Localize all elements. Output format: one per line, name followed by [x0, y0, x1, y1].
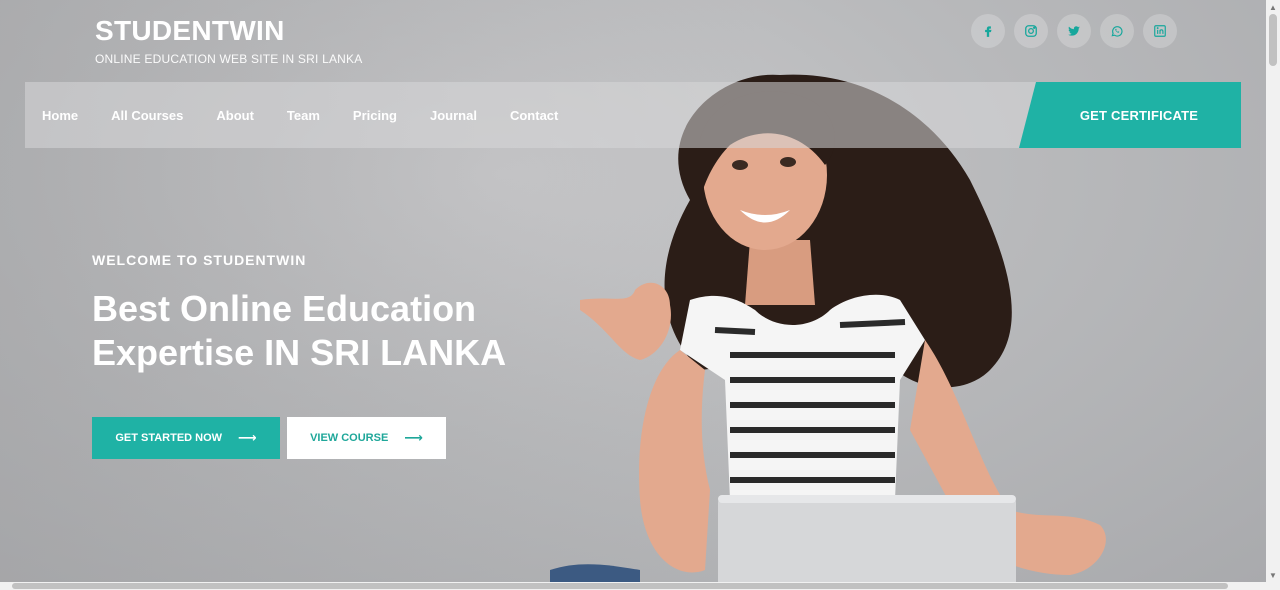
scroll-down-icon[interactable]: ▼	[1266, 568, 1280, 582]
whatsapp-icon[interactable]	[1100, 14, 1134, 48]
arrow-right-icon: ⟶	[238, 430, 257, 445]
vertical-scroll-thumb[interactable]	[1269, 14, 1277, 66]
hero-headline: Best Online Education Expertise IN SRI L…	[92, 288, 507, 373]
twitter-icon[interactable]	[1057, 14, 1091, 48]
get-certificate-button[interactable]: GET CERTIFICATE	[1019, 82, 1241, 148]
instagram-icon[interactable]	[1014, 14, 1048, 48]
brand[interactable]: STUDENTWIN ONLINE EDUCATION WEB SITE IN …	[95, 14, 362, 66]
social-links	[971, 14, 1177, 48]
arrow-right-icon: ⟶	[404, 430, 423, 445]
nav-item-team[interactable]: Team	[287, 108, 320, 123]
view-course-button[interactable]: VIEW COURSE ⟶	[287, 417, 446, 459]
linkedin-icon[interactable]	[1143, 14, 1177, 48]
scroll-up-icon[interactable]: ▲	[1266, 0, 1280, 14]
horizontal-scroll-thumb[interactable]	[12, 583, 1228, 589]
nav-item-home[interactable]: Home	[42, 108, 78, 123]
nav-menu: Home All Courses About Team Pricing Jour…	[42, 82, 558, 148]
vertical-scrollbar[interactable]: ▲ ▼	[1266, 0, 1280, 582]
get-started-button[interactable]: GET STARTED NOW ⟶	[92, 417, 280, 459]
hero-welcome-text: WELCOME TO STUDENTWIN	[92, 252, 307, 268]
nav-item-all-courses[interactable]: All Courses	[111, 108, 183, 123]
view-course-label: VIEW COURSE	[310, 432, 389, 444]
nav-item-journal[interactable]: Journal	[430, 108, 477, 123]
brand-title[interactable]: STUDENTWIN	[95, 14, 362, 48]
get-started-label: GET STARTED NOW	[115, 432, 223, 444]
main-navbar: Home All Courses About Team Pricing Jour…	[25, 82, 1241, 148]
facebook-icon[interactable]	[971, 14, 1005, 48]
nav-item-about[interactable]: About	[216, 108, 254, 123]
brand-subtitle: ONLINE EDUCATION WEB SITE IN SRI LANKA	[95, 52, 363, 66]
horizontal-scrollbar[interactable]	[0, 582, 1280, 590]
nav-item-pricing[interactable]: Pricing	[353, 108, 397, 123]
nav-item-contact[interactable]: Contact	[510, 108, 558, 123]
